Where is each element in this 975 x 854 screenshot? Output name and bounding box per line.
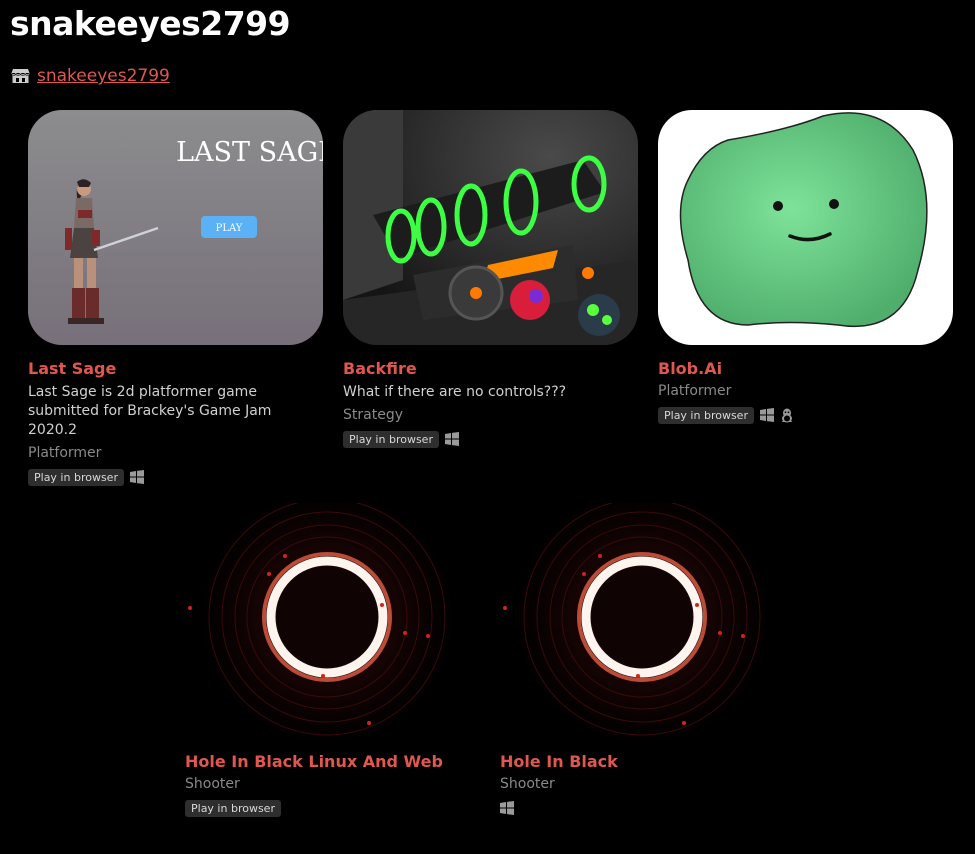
game-genre: Shooter bbox=[185, 776, 240, 792]
game-title[interactable]: Hole In Black Linux And Web bbox=[185, 752, 481, 771]
game-description: Last Sage is 2d platformer game submitte… bbox=[28, 384, 272, 438]
play-in-browser-badge: Play in browser bbox=[185, 799, 281, 817]
itchio-icon bbox=[11, 68, 30, 84]
game-meta: Play in browser bbox=[185, 799, 481, 817]
game-title[interactable]: Hole In Black bbox=[500, 752, 796, 771]
game-genre: Shooter bbox=[500, 776, 555, 792]
game-description: What if there are no controls??? bbox=[343, 384, 567, 400]
game-meta: Play in browser bbox=[658, 406, 954, 424]
windows-icon bbox=[129, 470, 144, 484]
game-thumbnail[interactable] bbox=[185, 503, 480, 738]
play-in-browser-badge: Play in browser bbox=[343, 430, 439, 448]
game-genre: Platformer bbox=[28, 445, 102, 461]
game-card-backfire[interactable]: Backfire What if there are no controls??… bbox=[343, 110, 639, 448]
game-card-blob-ai[interactable]: Blob.Ai Platformer Play in browser bbox=[658, 110, 954, 424]
thumb-title-text: LAST SAGE bbox=[176, 137, 323, 168]
game-thumbnail[interactable] bbox=[343, 110, 638, 345]
game-card-hole-in-black[interactable]: Hole In Black Shooter bbox=[500, 503, 796, 817]
game-title[interactable]: Backfire bbox=[343, 359, 639, 378]
game-card-hole-in-black-linux-and-web[interactable]: Hole In Black Linux And Web Shooter Play… bbox=[185, 503, 481, 817]
play-in-browser-badge: Play in browser bbox=[658, 406, 754, 424]
play-in-browser-badge: Play in browser bbox=[28, 468, 124, 486]
game-card-last-sage[interactable]: LAST SAGE PLAY Last Sage Last Sage is 2d… bbox=[28, 110, 324, 486]
game-title[interactable]: Last Sage bbox=[28, 359, 324, 378]
thumb-play-text: PLAY bbox=[216, 223, 243, 234]
game-thumbnail[interactable] bbox=[658, 110, 953, 345]
game-meta: Play in browser bbox=[343, 430, 639, 448]
page-title: snakeeyes2799 bbox=[10, 4, 291, 43]
linux-icon bbox=[780, 408, 794, 423]
windows-icon bbox=[759, 408, 774, 422]
profile-link[interactable]: snakeeyes2799 bbox=[37, 66, 170, 86]
game-title[interactable]: Blob.Ai bbox=[658, 359, 954, 378]
game-genre: Strategy bbox=[343, 407, 403, 423]
game-meta: Play in browser bbox=[28, 468, 324, 486]
game-meta bbox=[500, 799, 796, 817]
game-genre: Platformer bbox=[658, 383, 732, 399]
windows-icon bbox=[500, 801, 514, 815]
game-thumbnail[interactable]: LAST SAGE PLAY bbox=[28, 110, 323, 345]
page: snakeeyes2799 snakeeyes2799 LAST SAGE PL… bbox=[0, 0, 975, 854]
profile-link-row: snakeeyes2799 bbox=[11, 66, 170, 86]
windows-icon bbox=[444, 432, 459, 446]
game-thumbnail[interactable] bbox=[500, 503, 795, 738]
